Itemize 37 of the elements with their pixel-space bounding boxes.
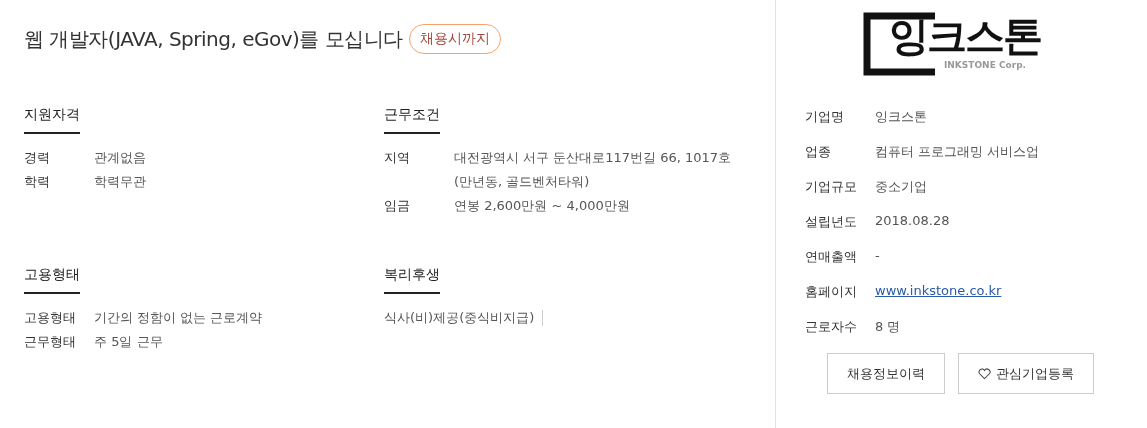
field-label: 홈페이지	[805, 283, 858, 301]
section-heading: 근무조건	[384, 106, 440, 134]
field-label: 경력	[24, 149, 51, 167]
field-value: 컴퓨터 프로그래밍 서비스업	[875, 143, 1040, 161]
field-label: 업종	[805, 143, 832, 161]
logo-wordmark: 잉크스톤	[889, 12, 1041, 60]
field-label: 연매출액	[805, 248, 858, 266]
job-title: 웹 개발자(JAVA, Spring, eGov)를 모십니다	[24, 25, 403, 53]
field-value: 주 5일 근무	[94, 333, 164, 351]
field-label: 근무형태	[24, 333, 77, 351]
benefit-item: 식사(비)제공(중식비지급)	[384, 310, 544, 326]
field-label: 고용형태	[24, 309, 77, 327]
field-value: 8 명	[875, 318, 901, 336]
history-button[interactable]: 채용정보이력	[827, 353, 945, 394]
logo-subtitle: INKSTONE Corp.	[944, 60, 1026, 70]
section-heading: 고용형태	[24, 266, 80, 294]
field-value: 연봉 2,600만원 ~ 4,000만원	[454, 197, 631, 215]
field-label: 기업규모	[805, 178, 858, 196]
field-value: 기간의 정함이 없는 근로계약	[94, 309, 264, 327]
field-label: 지역	[384, 149, 411, 167]
heart-icon	[978, 367, 991, 380]
field-value: 관계없음	[94, 149, 147, 167]
field-label: 기업명	[805, 108, 845, 126]
field-value: 대전광역시 서구 둔산대로117번길 66, 1017호 (만년동, 골드벤처타워)	[454, 149, 733, 191]
homepage-link[interactable]: www.inkstone.co.kr	[875, 283, 1002, 318]
field-value: 잉크스톤	[875, 108, 927, 126]
field-label: 설립년도	[805, 213, 858, 231]
section-heading: 지원자격	[24, 106, 80, 134]
field-value: -	[875, 248, 880, 265]
field-value: 중소기업	[875, 178, 927, 196]
field-label: 근로자수	[805, 318, 858, 336]
field-value: 학력무관	[94, 173, 147, 191]
field-label: 임금	[384, 197, 411, 215]
field-label: 학력	[24, 173, 51, 191]
section-heading: 복리후생	[384, 266, 440, 294]
favorite-button[interactable]: 관심기업등록	[958, 353, 1094, 394]
field-value: 2018.08.28	[875, 213, 950, 230]
